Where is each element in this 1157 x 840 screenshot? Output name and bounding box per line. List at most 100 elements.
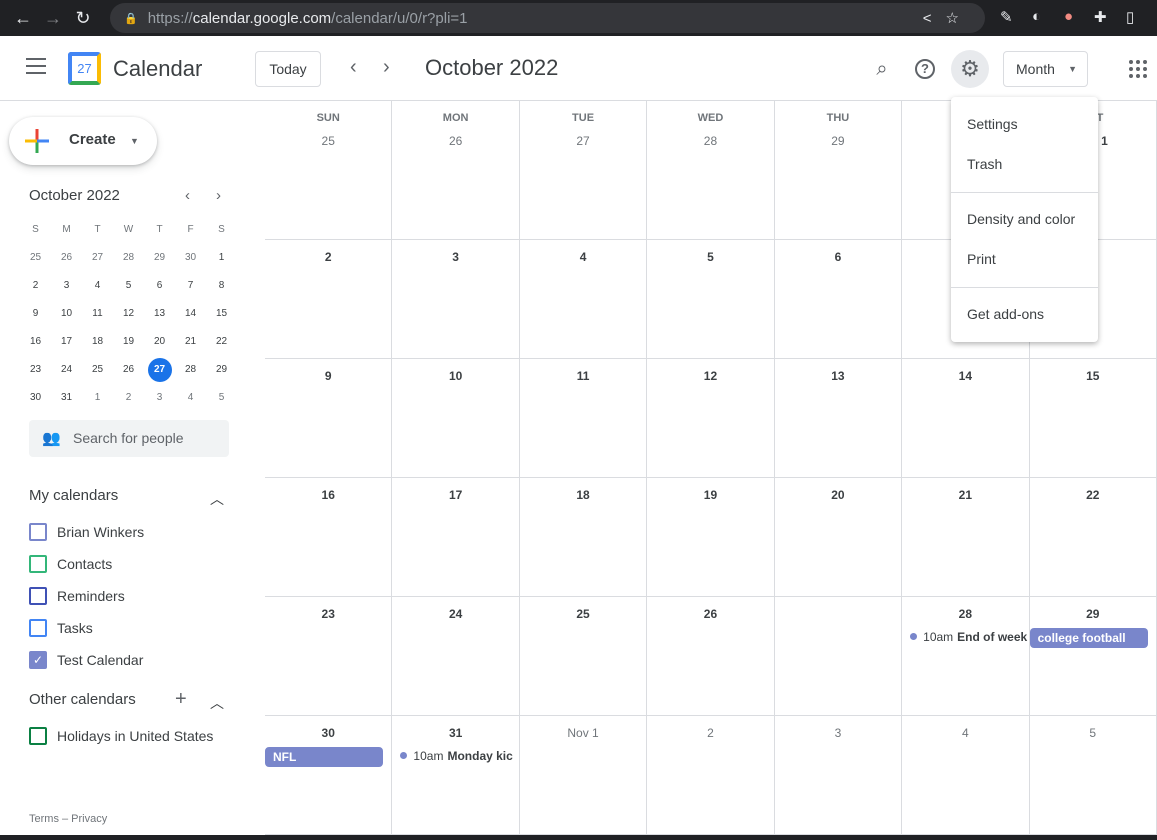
checkbox[interactable]: [29, 619, 47, 637]
help-icon[interactable]: ?: [906, 50, 944, 88]
mini-day[interactable]: 18: [82, 330, 113, 358]
mini-day[interactable]: 25: [82, 358, 113, 386]
day-cell[interactable]: 11: [519, 359, 648, 478]
mini-day[interactable]: 27: [144, 358, 175, 386]
day-number[interactable]: 13: [826, 364, 850, 388]
calendar-item[interactable]: Contacts: [29, 554, 112, 574]
day-number[interactable]: 27: [571, 129, 595, 153]
day-number[interactable]: 26: [444, 129, 468, 153]
day-number[interactable]: 29: [826, 129, 850, 153]
day-cell[interactable]: 20: [774, 478, 903, 597]
mini-day[interactable]: 3: [51, 274, 82, 302]
day-number[interactable]: 25: [571, 602, 595, 626]
view-selector[interactable]: Month ▼: [1003, 51, 1088, 87]
mini-day[interactable]: 19: [113, 330, 144, 358]
extensions-puzzle-icon[interactable]: ✚: [1094, 8, 1107, 26]
checkbox[interactable]: [29, 727, 47, 745]
mini-day[interactable]: 31: [51, 386, 82, 414]
settings-gear-icon[interactable]: ⚙: [951, 50, 989, 88]
day-cell[interactable]: 15: [1029, 359, 1157, 478]
event-chip[interactable]: college football: [1029, 628, 1148, 648]
terms-privacy-link[interactable]: Terms – Privacy: [29, 813, 107, 825]
calendar-item[interactable]: ✓ Test Calendar: [29, 650, 143, 670]
share-icon[interactable]: <: [923, 10, 946, 27]
mini-day[interactable]: 26: [51, 246, 82, 274]
day-cell[interactable]: 19: [647, 478, 775, 597]
day-number[interactable]: 15: [1081, 364, 1105, 388]
mini-day[interactable]: 9: [20, 302, 51, 330]
address-bar[interactable]: 🔒 https://calendar.google.com/calendar/u…: [110, 3, 985, 33]
day-number[interactable]: 25: [316, 129, 340, 153]
mini-day[interactable]: 28: [175, 358, 206, 386]
mini-day[interactable]: 12: [113, 302, 144, 330]
forward-icon[interactable]: →: [38, 8, 68, 29]
day-number[interactable]: 2: [698, 721, 722, 745]
calendar-item[interactable]: Tasks: [29, 618, 93, 638]
mini-day[interactable]: 3: [144, 386, 175, 414]
extension-pen-icon[interactable]: ✎: [1000, 8, 1013, 26]
day-number[interactable]: 20: [826, 483, 850, 507]
today-button[interactable]: Today: [255, 51, 321, 87]
day-cell[interactable]: 29 college football: [1029, 597, 1157, 716]
day-cell[interactable]: 23: [265, 597, 393, 716]
calendar-item[interactable]: Holidays in United States: [29, 726, 213, 746]
mini-day[interactable]: 24: [51, 358, 82, 386]
day-cell[interactable]: Nov 1: [519, 716, 648, 835]
day-number[interactable]: 4: [953, 721, 977, 745]
day-number[interactable]: 24: [444, 602, 468, 626]
day-cell[interactable]: THU 29: [774, 101, 903, 240]
day-number[interactable]: 26: [698, 602, 722, 626]
day-number[interactable]: 23: [316, 602, 340, 626]
extension-icon[interactable]: ◐: [1032, 8, 1041, 25]
day-cell[interactable]: 30 NFL: [265, 716, 393, 835]
day-cell[interactable]: WED 28: [647, 101, 775, 240]
add-calendar-icon[interactable]: +: [175, 688, 187, 711]
mini-day[interactable]: 2: [20, 274, 51, 302]
mini-day[interactable]: 11: [82, 302, 113, 330]
collapse-chevron-icon[interactable]: ︿: [210, 693, 224, 713]
menu-item-trash[interactable]: Trash: [951, 145, 1098, 185]
day-number[interactable]: 12: [698, 364, 722, 388]
day-cell[interactable]: 16: [265, 478, 393, 597]
day-cell[interactable]: 12: [647, 359, 775, 478]
day-number[interactable]: 30: [316, 721, 340, 745]
day-cell[interactable]: 22: [1029, 478, 1157, 597]
mini-day[interactable]: 21: [175, 330, 206, 358]
day-number[interactable]: 17: [444, 483, 468, 507]
mini-day[interactable]: 28: [113, 246, 144, 274]
mini-day[interactable]: 29: [206, 358, 237, 386]
checkbox[interactable]: [29, 523, 47, 541]
day-number[interactable]: 22: [1081, 483, 1105, 507]
google-apps-icon[interactable]: [1129, 60, 1147, 78]
my-calendars-heading[interactable]: My calendars: [29, 487, 118, 504]
mini-day[interactable]: 25: [20, 246, 51, 274]
mini-day[interactable]: 16: [20, 330, 51, 358]
mini-day[interactable]: 15: [206, 302, 237, 330]
day-cell[interactable]: 2: [647, 716, 775, 835]
day-cell[interactable]: 18: [519, 478, 648, 597]
day-cell[interactable]: TUE 27: [519, 101, 648, 240]
day-number[interactable]: 2: [316, 245, 340, 269]
day-number[interactable]: 3: [826, 721, 850, 745]
day-cell[interactable]: 21: [902, 478, 1030, 597]
calendar-item[interactable]: Reminders: [29, 586, 125, 606]
day-cell[interactable]: 4: [519, 240, 648, 359]
day-number[interactable]: 4: [571, 245, 595, 269]
day-cell[interactable]: 26: [647, 597, 775, 716]
day-cell[interactable]: 10: [392, 359, 520, 478]
sidepanel-icon[interactable]: ▯: [1126, 8, 1134, 26]
mini-day[interactable]: 4: [175, 386, 206, 414]
mini-day[interactable]: 26: [113, 358, 144, 386]
mini-day[interactable]: 29: [144, 246, 175, 274]
day-number[interactable]: 28: [953, 602, 977, 626]
mini-day[interactable]: 20: [144, 330, 175, 358]
mini-day[interactable]: 1: [206, 246, 237, 274]
collapse-chevron-icon[interactable]: ︿: [210, 489, 224, 509]
day-number[interactable]: 18: [571, 483, 595, 507]
checkbox[interactable]: [29, 555, 47, 573]
mini-day[interactable]: 22: [206, 330, 237, 358]
event-item[interactable]: 10am Monday kic: [400, 749, 518, 763]
day-number[interactable]: 3: [444, 245, 468, 269]
mini-day[interactable]: 10: [51, 302, 82, 330]
day-cell[interactable]: MON 26: [392, 101, 520, 240]
